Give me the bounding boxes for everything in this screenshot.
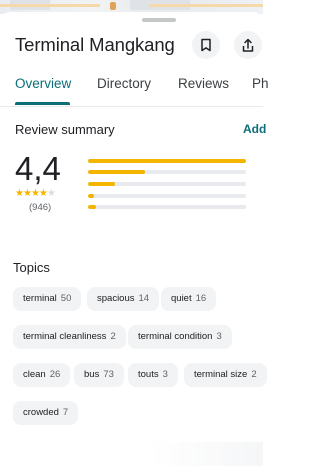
topic-chip-label: spacious — [97, 293, 135, 304]
topic-chip-count: 7 — [62, 407, 69, 418]
topic-chip-label: terminal size — [194, 369, 248, 380]
topics-title: Topics — [13, 260, 50, 275]
rating-bar-2-stars — [88, 194, 246, 198]
star-half-icon: ★ — [46, 188, 56, 199]
review-summary-title: Review summary — [15, 122, 115, 137]
map-road — [150, 4, 263, 7]
topic-chip-count: 26 — [49, 369, 61, 380]
topic-chip-count: 14 — [138, 293, 150, 304]
star-icon: ★ — [38, 188, 48, 199]
rating-bar-fill — [88, 182, 115, 186]
rating-value: 4,4 — [15, 150, 61, 187]
star-icon: ★ — [22, 188, 32, 199]
topic-chip[interactable]: terminal condition 3 — [128, 325, 232, 349]
rating-bar-1-stars — [88, 205, 246, 209]
bottom-fade — [150, 442, 263, 466]
topic-chip-label: terminal cleanliness — [23, 331, 107, 342]
place-sheet: Terminal Mangkang Overview Directory Rev… — [0, 12, 269, 466]
drag-handle[interactable] — [142, 18, 176, 22]
rating-bar-fill — [88, 159, 246, 163]
topic-chip-label: terminal — [23, 293, 57, 304]
topic-chip[interactable]: terminal 50 — [13, 287, 82, 311]
topic-chip-count: 2 — [110, 331, 116, 342]
topic-chip[interactable]: spacious 14 — [87, 287, 160, 311]
tab-bar: Overview Directory Reviews Ph — [0, 66, 269, 107]
tab-overview[interactable]: Overview — [15, 76, 71, 91]
rating-bar-4-stars — [88, 170, 246, 174]
topic-chip-label: clean — [23, 369, 46, 380]
star-icon: ★ — [15, 188, 24, 199]
add-review-link[interactable]: Add — [243, 122, 266, 136]
topic-chip[interactable]: terminal cleanliness 2 — [13, 325, 126, 349]
share-icon — [242, 38, 254, 52]
rating-bar-fill — [88, 205, 96, 209]
topic-chip-label: quiet — [171, 293, 192, 304]
topic-chip[interactable]: quiet 16 — [161, 287, 217, 311]
tab-reviews[interactable]: Reviews — [178, 76, 229, 91]
topic-chip[interactable]: clean 26 — [13, 363, 71, 387]
share-button[interactable] — [234, 31, 262, 59]
tab-photos[interactable]: Ph — [252, 76, 269, 91]
topic-chip-label: terminal condition — [138, 331, 213, 342]
rating-bar-3-stars — [88, 182, 246, 186]
rating-bar-5-stars — [88, 159, 246, 163]
star-icon: ★ — [30, 188, 40, 199]
topic-chip-count: 3 — [216, 331, 222, 342]
review-count: (946) — [29, 202, 52, 213]
topic-chip-count: 3 — [162, 369, 168, 380]
active-tab-indicator — [15, 102, 70, 105]
topic-chip[interactable]: terminal size 2 — [184, 363, 267, 387]
topic-chip-count: 16 — [195, 293, 207, 304]
rating-bar-fill — [88, 194, 95, 198]
map-pin-icon — [110, 2, 116, 10]
topic-chip[interactable]: touts 3 — [128, 363, 178, 387]
map-road — [0, 4, 100, 7]
topic-chip-count: 50 — [60, 293, 72, 304]
topic-chip-label: crowded — [23, 407, 59, 418]
rating-bar-fill — [88, 170, 145, 174]
star-rating: ★★★★★ — [15, 188, 56, 199]
place-title: Terminal Mangkang — [15, 34, 175, 55]
topic-chip[interactable]: bus 73 — [74, 363, 124, 387]
topic-chip-count: 73 — [103, 369, 114, 380]
save-button[interactable] — [192, 31, 220, 59]
topic-chip-count: 2 — [251, 369, 257, 380]
topic-chip[interactable]: crowded 7 — [13, 401, 79, 425]
bookmark-icon — [201, 38, 211, 52]
topic-chip-label: touts — [138, 369, 159, 380]
tab-directory[interactable]: Directory — [97, 76, 151, 91]
topic-chip-label: bus — [84, 369, 100, 380]
